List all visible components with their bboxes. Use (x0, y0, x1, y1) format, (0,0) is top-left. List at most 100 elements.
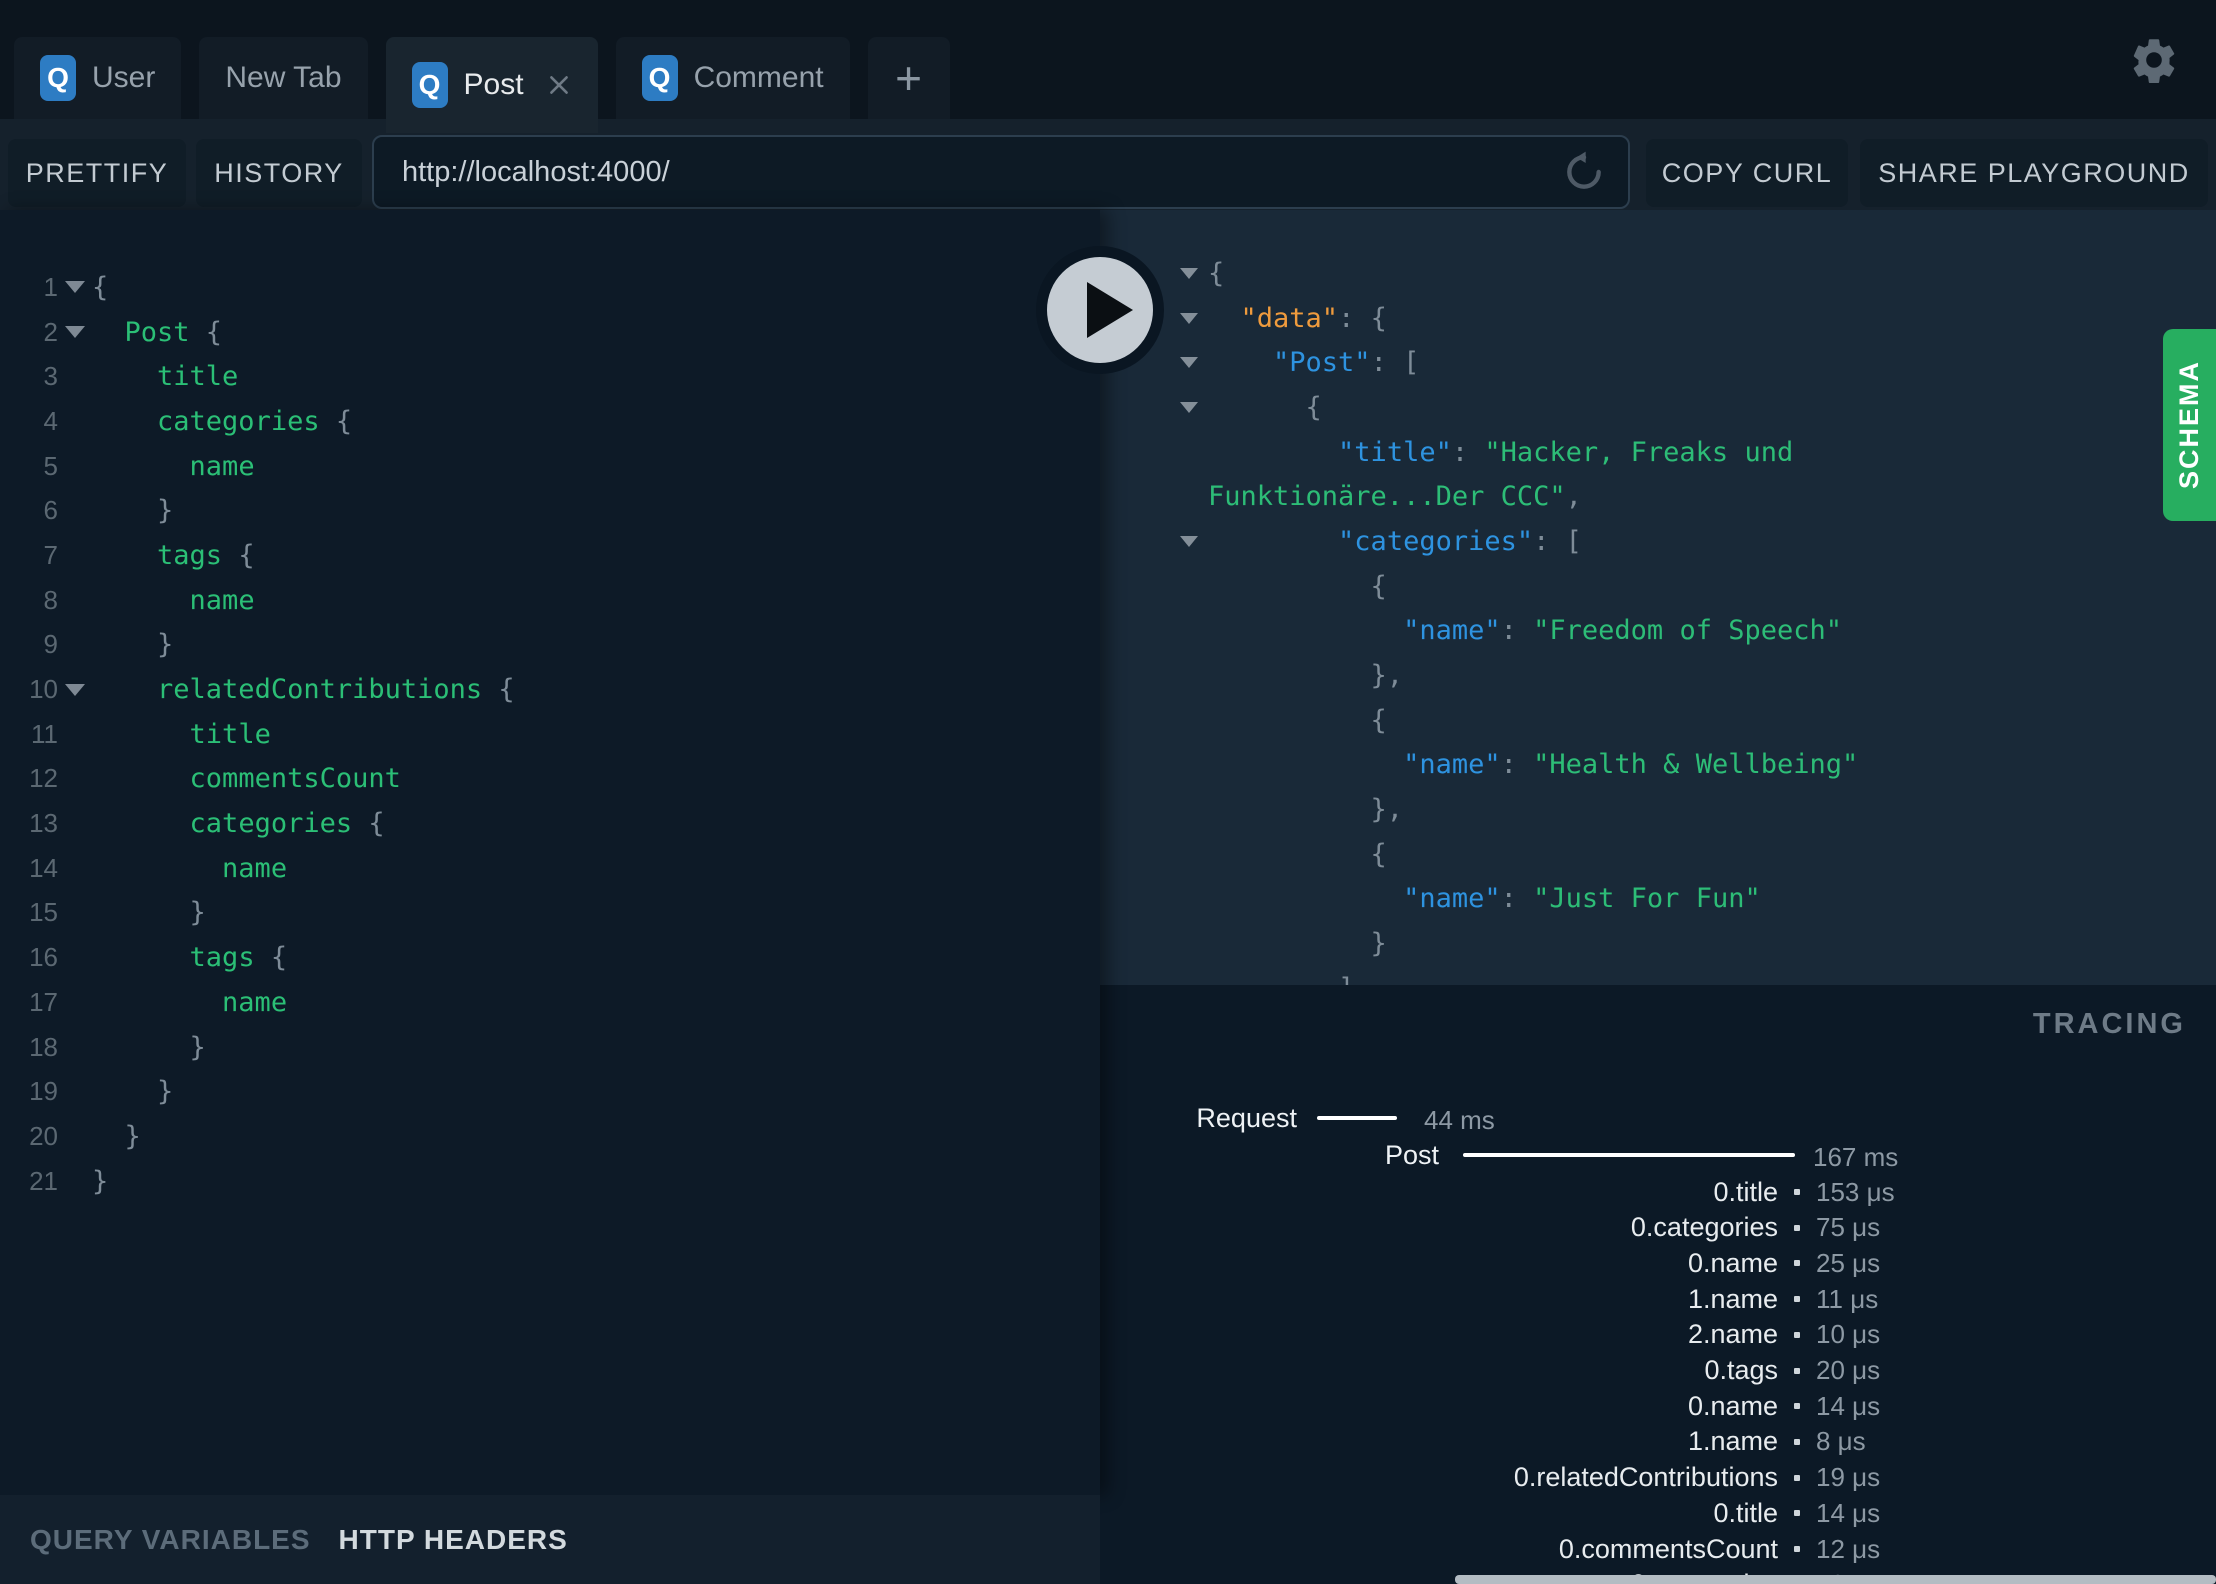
share-playground-button[interactable]: SHARE PLAYGROUND (1860, 139, 2208, 207)
response-pane: { "data": { "Post": [ { "title": "Hacker… (1100, 210, 2216, 985)
line-number: 18 (29, 1031, 58, 1062)
line-number: 8 (43, 584, 58, 615)
trace-resolver-row: 1.name 11 μs (1100, 1284, 2216, 1314)
result-line: { (1208, 570, 1387, 602)
query-variables-tab[interactable]: QUERY VARIABLES (30, 1524, 311, 1556)
trace-value: 75 μs (1816, 1212, 1881, 1243)
code-line: 6 } (0, 488, 515, 533)
trace-value: 25 μs (1816, 1247, 1881, 1278)
close-tab-icon[interactable] (546, 72, 572, 98)
trace-label: Request (1196, 1103, 1297, 1133)
code-line: 21} (0, 1159, 515, 1204)
line-number: 16 (29, 942, 58, 973)
line-number: 20 (29, 1120, 58, 1151)
query-badge: Q (641, 55, 678, 101)
fold-arrow-icon[interactable] (65, 683, 85, 696)
trace-value: 19 μs (1816, 1462, 1881, 1493)
query-editor-pane[interactable]: 1{2 Post {3 title 4 categories {5 name 6 }… (0, 210, 1100, 1495)
line-number: 9 (43, 629, 58, 660)
trace-value: 167 ms (1813, 1142, 1899, 1172)
endpoint-url: http://localhost:4000/ (402, 155, 670, 188)
fold-column (58, 326, 92, 339)
prettify-button[interactable]: PRETTIFY (8, 139, 186, 207)
trace-dot-icon (1794, 1189, 1800, 1195)
trace-resolver-row: 0.title 14 μs (1100, 1498, 2216, 1528)
trace-label: 1.name (1687, 1283, 1778, 1314)
copy-curl-button[interactable]: COPY CURL (1646, 139, 1848, 207)
line-number: 11 (31, 718, 58, 749)
result-line: "categories": [ (1100, 519, 2216, 564)
code-text: name (189, 450, 255, 482)
line-number: 15 (29, 897, 58, 928)
code-line: 7 tags { (0, 533, 515, 578)
result-line: }, (1208, 660, 1404, 692)
trace-dot-icon (1794, 1331, 1800, 1338)
result-line: { (1208, 838, 1387, 870)
trace-value: 12 μs (1816, 1533, 1881, 1564)
code-text: Post { (124, 316, 223, 348)
settings-gear-icon[interactable] (2128, 34, 2180, 86)
trace-label: 0.title (1713, 1176, 1778, 1207)
trace-dot-icon (1794, 1403, 1800, 1410)
new-tab-button[interactable]: + (867, 37, 950, 119)
code-line: 12 commentsCount (0, 757, 515, 802)
tab-label: Post (463, 68, 524, 101)
tab-new-tab[interactable]: New Tab (199, 37, 368, 119)
trace-value: 14 μs (1816, 1390, 1881, 1421)
line-number: 14 (29, 852, 58, 883)
trace-span-row: Request 44 ms (1100, 1100, 2216, 1136)
result-line: "name": "Health & Wellbeing" (1403, 749, 1859, 781)
code-text: title (189, 718, 271, 750)
http-headers-tab[interactable]: HTTP HEADERS (339, 1524, 568, 1556)
fold-arrow-icon[interactable] (1180, 536, 1198, 548)
fold-arrow-icon[interactable] (1180, 357, 1198, 369)
code-text: categories { (189, 808, 385, 840)
code-text: { (92, 271, 109, 303)
trace-value: 10 μs (1816, 1319, 1881, 1350)
fold-column (58, 281, 92, 294)
code-line: 5 name (0, 444, 515, 489)
tab-label: Comment (693, 61, 824, 94)
query-editor-lines: 1{2 Post {3 title 4 categories {5 name 6 }… (0, 265, 515, 1203)
fold-arrow-icon[interactable] (65, 281, 85, 294)
endpoint-input[interactable]: http://localhost:4000/ (372, 135, 1630, 209)
trace-span-row: Post 167 ms (1100, 1137, 2216, 1173)
result-line: Funktionäre...Der CCC", (1208, 481, 1582, 513)
horizontal-scrollbar[interactable] (1455, 1575, 2216, 1584)
fold-arrow-icon[interactable] (1180, 268, 1198, 279)
code-line: 11 title (0, 712, 515, 757)
code-text: name (222, 852, 288, 884)
trace-label: 0.name (1687, 1390, 1778, 1421)
code-text: } (92, 897, 206, 929)
trace-value: 11 μs (1816, 1283, 1879, 1314)
tab-bar: Q User New Tab Q Post Q Comment + (14, 37, 950, 133)
code-line: 9 } (0, 623, 515, 668)
fold-arrow-icon[interactable] (1180, 312, 1198, 324)
trace-resolver-row: 0.tags 20 μs (1100, 1355, 2216, 1386)
reload-schema-icon[interactable] (1562, 150, 1606, 194)
line-number: 3 (43, 361, 58, 392)
trace-label: Post (1384, 1140, 1439, 1170)
history-button[interactable]: HISTORY (196, 139, 362, 207)
schema-tab[interactable]: SCHEMA (2163, 329, 2216, 521)
code-text: } (92, 1120, 141, 1152)
trace-dot-icon (1794, 1438, 1800, 1445)
fold-arrow-icon[interactable] (1180, 402, 1198, 414)
trace-resolver-row: 0.title 153 μs (1100, 1177, 2216, 1207)
tab-post[interactable]: Q Post (385, 37, 598, 133)
play-button[interactable] (1034, 244, 1166, 376)
result-line: } (1208, 928, 1387, 960)
response-json: { "data": { "Post": [ { "title": "Hacker… (1100, 251, 2216, 985)
tab-comment[interactable]: Q Comment (615, 37, 850, 119)
tab-user[interactable]: Q User (14, 37, 182, 119)
line-number: 13 (29, 808, 58, 839)
fold-arrow-icon[interactable] (65, 326, 85, 339)
line-number: 12 (29, 763, 58, 794)
code-text: categories { (157, 405, 353, 437)
trace-label: 0.relatedContributions (1513, 1462, 1778, 1493)
trace-resolver-row: 0.commentsCount 12 μs (1100, 1534, 2216, 1564)
trace-label: 0.commentsCount (1558, 1533, 1778, 1564)
query-badge: Q (40, 55, 76, 101)
tab-label: User (92, 61, 156, 94)
result-line: { (1208, 704, 1387, 736)
